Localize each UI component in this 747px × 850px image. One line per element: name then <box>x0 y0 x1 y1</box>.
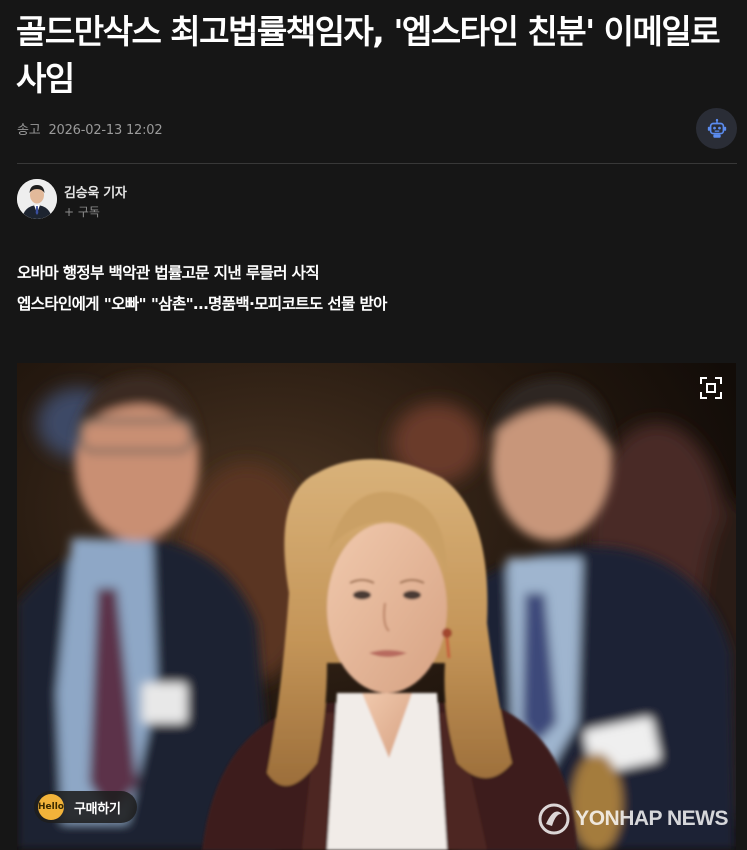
watermark-text: YONHAP NEWS <box>575 807 728 830</box>
ai-assistant-button[interactable] <box>696 108 737 149</box>
subscribe-button[interactable]: + 구독 <box>64 203 100 220</box>
photo-scene <box>17 363 736 850</box>
expand-icon <box>700 377 722 399</box>
article-page: 골드만삭스 최고법률책임자, '엡스타인 친분' 이메일로 사임 송고 2026… <box>0 0 747 850</box>
sent-label: 송고 <box>17 123 41 138</box>
article-photo[interactable]: Hello 구매하기 YONHAP NEWS <box>17 363 736 850</box>
robot-icon <box>707 118 726 138</box>
yonhap-logo-icon <box>538 803 570 835</box>
reporter-name[interactable]: 김승욱 기자 <box>64 182 127 201</box>
article-subhead-2: 엡스타인에게 "오빠" "삼촌"…명품백·모피코트도 선물 받아 <box>17 295 387 313</box>
buy-badge-icon: Hello <box>38 794 64 820</box>
article-headline: 골드만삭스 최고법률책임자, '엡스타인 친분' 이메일로 사임 <box>16 12 721 98</box>
article-subhead-1: 오바마 행정부 백악관 법률고문 지낸 루믈러 사직 <box>17 264 320 282</box>
buy-photo-label: 구매하기 <box>74 801 121 817</box>
header-divider <box>17 163 737 164</box>
article-meta: 송고 2026-02-13 12:02 <box>17 119 163 138</box>
reporter-avatar[interactable] <box>17 179 57 219</box>
photo-watermark: YONHAP NEWS <box>537 802 728 836</box>
buy-photo-button[interactable]: Hello 구매하기 <box>34 791 137 823</box>
expand-photo-button[interactable] <box>696 373 726 403</box>
publish-timestamp: 2026-02-13 12:02 <box>48 123 163 138</box>
